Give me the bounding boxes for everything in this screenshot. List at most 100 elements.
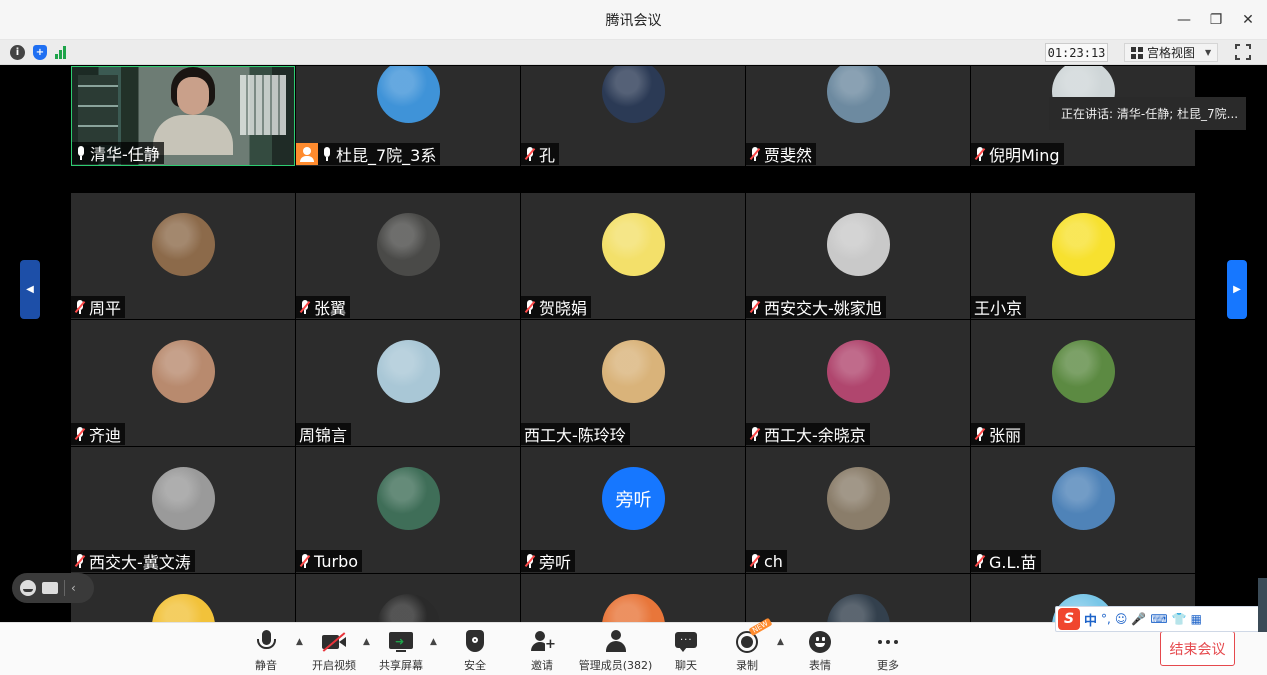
shield-icon[interactable]: +	[33, 44, 47, 60]
participant-tile[interactable]: 张丽	[971, 320, 1195, 446]
ime-toolbar[interactable]: S 中 °, ☺ 🎤 ⌨ 👕 ▦	[1055, 606, 1260, 632]
emoji-icon[interactable]	[20, 580, 36, 596]
participant-tile[interactable]: 西工大-余晓京	[746, 320, 970, 446]
message-icon[interactable]	[42, 582, 58, 594]
restore-icon[interactable]: ❐	[1209, 13, 1223, 27]
bookshelf	[240, 75, 286, 135]
ime-side-handle[interactable]	[1258, 578, 1267, 632]
ime-mode[interactable]: 中	[1084, 610, 1097, 629]
info-icon[interactable]: i	[10, 44, 25, 60]
chat-button[interactable]: ··· 聊天	[651, 629, 721, 673]
invite-button[interactable]: + 邀请	[507, 629, 577, 673]
participant-name-tag: 杜昆_7院_3系	[296, 143, 441, 165]
emoji-icon	[807, 629, 833, 654]
participant-name: 周锦言	[299, 426, 348, 445]
skin-icon[interactable]: 👕	[1172, 612, 1187, 626]
video-stage: 清华-任静 杜昆_7院_3系 孔 贾斐然 倪明Ming 周平 张翼 贺晓娟 西安交大-姚家旭 王小…	[0, 66, 1267, 622]
ime-emoji-icon[interactable]: ☺	[1115, 612, 1128, 626]
participant-name: 孔	[539, 146, 556, 165]
sogou-logo-icon[interactable]: S	[1058, 608, 1080, 630]
participant-name: 西工大-余晓京	[764, 426, 866, 445]
view-mode-select[interactable]: 宫格视图 ▼	[1124, 43, 1218, 62]
participant-tile[interactable]: 贺晓娟	[521, 193, 745, 319]
avatar	[827, 594, 890, 622]
manage-members-button[interactable]: 管理成员(382)	[578, 629, 653, 673]
participant-name: 张丽	[989, 426, 1022, 445]
participant-name-tag: 孔	[521, 143, 560, 165]
invite-label: 邀请	[531, 659, 553, 672]
emoji-button[interactable]: 表情	[785, 629, 855, 673]
members-label: 管理成员(382)	[578, 659, 653, 672]
avatar: 旁听	[602, 467, 665, 530]
mic-muted-icon	[974, 146, 986, 162]
participant-tile[interactable]: 孔	[521, 66, 745, 166]
avatar	[827, 340, 890, 403]
mic-muted-icon	[974, 426, 986, 442]
security-button[interactable]: 安全	[440, 629, 510, 673]
mic-muted-icon	[299, 299, 311, 315]
participant-tile[interactable]: G.L.苗	[971, 447, 1195, 573]
participant-tile[interactable]	[296, 574, 520, 622]
mute-label: 静音	[255, 659, 277, 672]
participant-tile[interactable]: ch	[746, 447, 970, 573]
fullscreen-icon[interactable]	[1235, 44, 1251, 60]
participant-tile[interactable]	[521, 574, 745, 622]
participant-tile[interactable]: 清华-任静	[71, 66, 295, 166]
mic-muted-icon	[749, 553, 761, 569]
punctuation-icon[interactable]: °,	[1101, 612, 1111, 626]
keyboard-icon[interactable]: ⌨	[1150, 612, 1167, 626]
grid-view-icon	[1131, 46, 1143, 59]
end-meeting-button[interactable]: 结束会议	[1160, 631, 1235, 666]
share-screen-button[interactable]: ➜ 共享屏幕	[366, 629, 436, 673]
avatar	[602, 594, 665, 622]
shield-icon	[462, 629, 488, 654]
participant-tile[interactable]: 西安交大-姚家旭	[746, 193, 970, 319]
participant-tile[interactable]: 贾斐然	[746, 66, 970, 166]
share-options-caret[interactable]: ▲	[430, 637, 440, 647]
avatar	[602, 213, 665, 276]
participant-tile[interactable]: Turbo	[296, 447, 520, 573]
mute-button[interactable]: 静音	[231, 629, 301, 673]
participant-tile[interactable]: 西交大-冀文涛	[71, 447, 295, 573]
participant-name-tag: 清华-任静	[72, 142, 164, 164]
record-button[interactable]: NEW 录制	[712, 617, 782, 673]
participant-tile[interactable]	[71, 574, 295, 622]
participant-name-tag: 周平	[71, 296, 126, 318]
floating-chat-bar[interactable]: ‹	[12, 573, 94, 603]
chevron-left-icon[interactable]: ‹	[71, 581, 76, 595]
signal-icon[interactable]	[55, 45, 66, 59]
participant-tile[interactable]: 周平	[71, 193, 295, 319]
participant-tile[interactable]: 周锦言	[296, 320, 520, 446]
divider	[64, 580, 65, 596]
participant-tile[interactable]: 齐迪	[71, 320, 295, 446]
minimize-icon[interactable]: —	[1177, 13, 1191, 27]
toolbox-icon[interactable]: ▦	[1191, 612, 1202, 626]
security-label: 安全	[464, 659, 486, 672]
participant-name: 齐迪	[89, 426, 122, 445]
participant-tile[interactable]: 张翼	[296, 193, 520, 319]
mic-muted-icon	[974, 553, 986, 569]
participant-tile[interactable]: 王小京	[971, 193, 1195, 319]
participant-tile[interactable]: 杜昆_7院_3系	[296, 66, 520, 166]
participant-tile[interactable]: 西工大-陈玲玲	[521, 320, 745, 446]
participant-name: 贾斐然	[764, 146, 813, 165]
voice-input-icon[interactable]: 🎤	[1131, 612, 1146, 626]
mic-muted-icon	[74, 299, 86, 315]
video-button[interactable]: 开启视频	[299, 629, 369, 673]
participant-tile[interactable]	[746, 574, 970, 622]
participant-name: ch	[764, 551, 783, 571]
more-button[interactable]: 更多	[853, 629, 923, 673]
participant-name-tag: 西安交大-姚家旭	[746, 296, 886, 318]
participant-name: Turbo	[314, 551, 359, 571]
participant-name: 周平	[89, 299, 122, 318]
prev-page-button[interactable]: ◀	[20, 260, 40, 319]
avatar	[377, 66, 440, 123]
mic-icon	[253, 629, 279, 654]
avatar	[152, 213, 215, 276]
next-page-button[interactable]: ▶	[1227, 260, 1247, 319]
participant-tile[interactable]: 旁听 旁听	[521, 447, 745, 573]
share-screen-label: 共享屏幕	[379, 659, 423, 672]
participant-name-tag: 西工大-余晓京	[746, 423, 870, 445]
chevron-down-icon: ▼	[1205, 48, 1212, 57]
close-icon[interactable]: ✕	[1241, 13, 1255, 27]
